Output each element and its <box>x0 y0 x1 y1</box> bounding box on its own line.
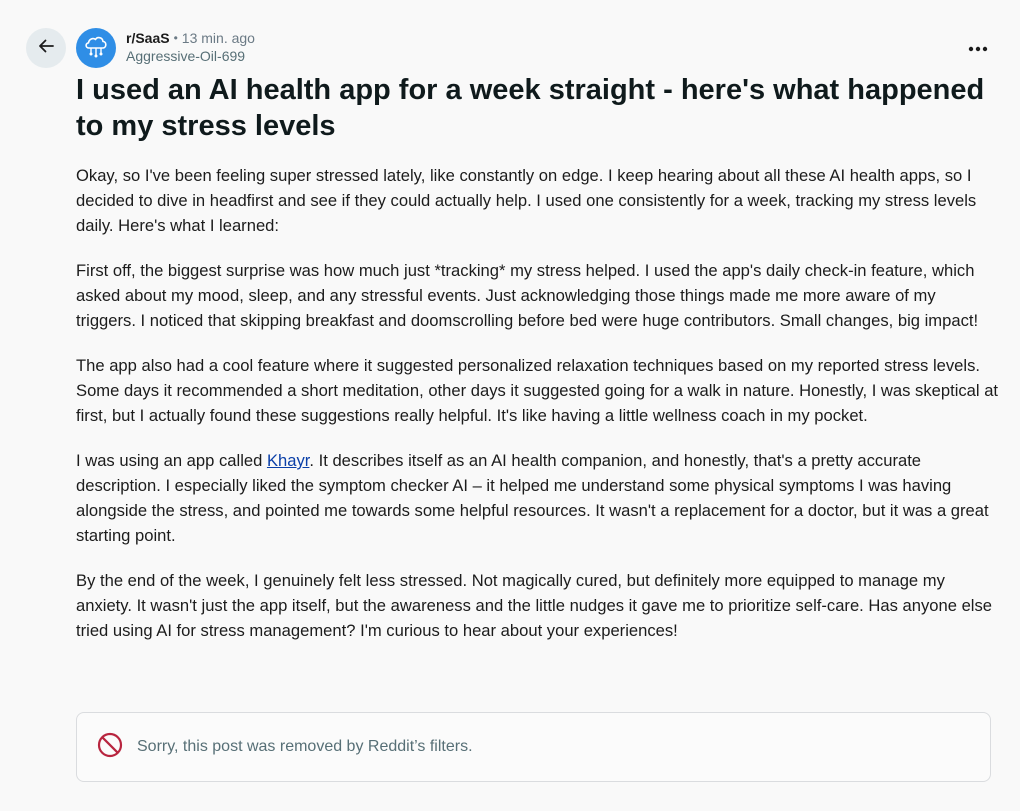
post-title: I used an AI health app for a week strai… <box>76 74 985 142</box>
meta-separator: • <box>173 31 178 45</box>
post-time: 13 min. ago <box>181 30 255 46</box>
paragraph-1: Okay, so I've been feeling super stresse… <box>76 166 977 235</box>
more-options-button[interactable] <box>964 34 992 62</box>
cloud-network-icon <box>81 31 111 66</box>
author-link[interactable]: Aggressive-Oil-699 <box>126 47 255 65</box>
more-horizontal-icon <box>968 39 988 57</box>
post-page: r/SaaS • 13 min. ago Aggressive-Oil-699 … <box>0 0 1020 811</box>
khayr-link[interactable]: Khayr <box>267 451 309 470</box>
back-button[interactable] <box>26 28 66 68</box>
post-meta: r/SaaS • 13 min. ago Aggressive-Oil-699 <box>126 29 255 65</box>
paragraph-3: The app also had a cool feature where it… <box>76 356 999 425</box>
removed-notice: Sorry, this post was removed by Reddit’s… <box>76 712 991 782</box>
prohibited-icon <box>97 732 123 763</box>
paragraph-4-start: I was using an app called <box>76 451 267 470</box>
post-body: Okay, so I've been feeling super stresse… <box>76 163 1000 663</box>
removed-notice-text: Sorry, this post was removed by Reddit’s… <box>137 738 473 755</box>
subreddit-link[interactable]: r/SaaS <box>126 29 170 47</box>
paragraph-5: By the end of the week, I genuinely felt… <box>76 571 993 640</box>
paragraph-4: I was using an app called Khayr. It desc… <box>76 448 1000 548</box>
subreddit-avatar[interactable] <box>76 28 116 68</box>
paragraph-2: First off, the biggest surprise was how … <box>76 261 979 330</box>
arrow-left-icon <box>36 36 56 61</box>
